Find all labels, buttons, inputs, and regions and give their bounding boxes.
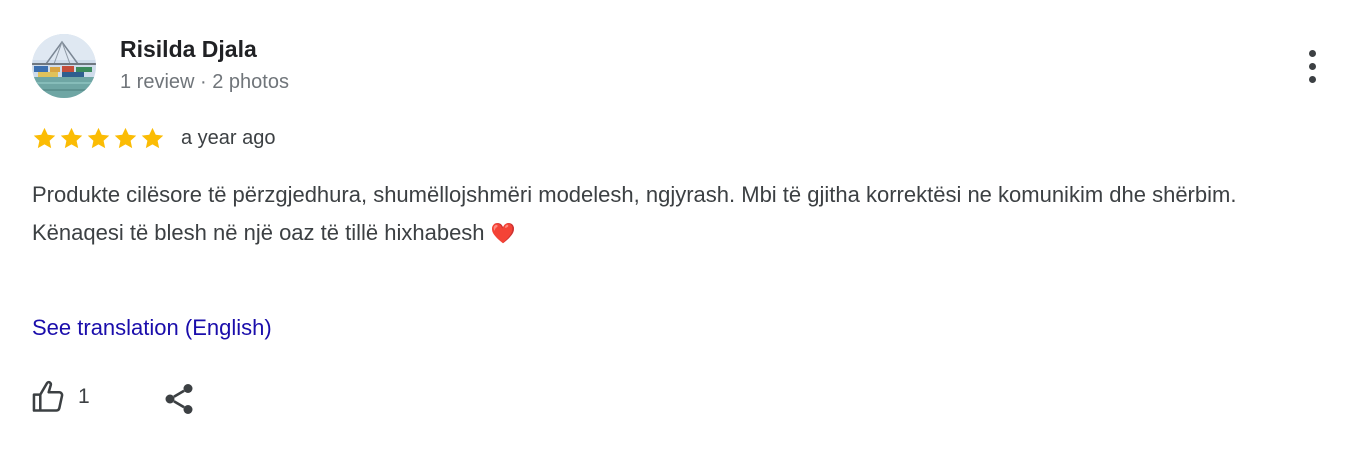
like-count: 1 bbox=[78, 385, 90, 408]
more-vert-icon-dot bbox=[1308, 75, 1316, 83]
reviewer-meta: 1 review · 2 photos bbox=[120, 71, 289, 93]
share-icon bbox=[165, 384, 193, 414]
star-rating bbox=[32, 126, 165, 151]
star-icon bbox=[87, 127, 110, 148]
review-text-paragraph-2: Kënaqesi të blesh në një oaz të tillë hi… bbox=[32, 214, 1302, 253]
more-vert-icon bbox=[1308, 49, 1316, 57]
review-text-line-2: Kënaqesi të blesh në një oaz të tillë hi… bbox=[32, 220, 485, 245]
more-options-button[interactable] bbox=[1290, 42, 1334, 90]
review-date: a year ago bbox=[181, 126, 276, 149]
star-icon bbox=[60, 127, 83, 148]
heart-icon: ❤️ bbox=[490, 223, 516, 245]
share-button[interactable] bbox=[158, 378, 200, 420]
avatar[interactable] bbox=[32, 34, 96, 98]
see-translation-link[interactable]: See translation (English) bbox=[32, 315, 272, 341]
more-vert-icon-dot bbox=[1308, 62, 1316, 70]
star-icon bbox=[33, 127, 56, 148]
thumb-up-icon bbox=[32, 380, 64, 412]
review-card: Risilda Djala 1 review · 2 photos a year… bbox=[0, 0, 1358, 458]
review-text-paragraph-1: Produkte cilësore të përzgjedhura, shumë… bbox=[32, 182, 1237, 207]
rating-row: a year ago bbox=[32, 124, 276, 152]
star-icon bbox=[114, 127, 137, 148]
review-text: Produkte cilësore të përzgjedhura, shumë… bbox=[32, 176, 1302, 253]
avatar-photo bbox=[32, 34, 96, 98]
star-icon bbox=[141, 127, 164, 148]
like-button[interactable]: 1 bbox=[30, 376, 90, 418]
reviewer-name[interactable]: Risilda Djala bbox=[120, 36, 257, 63]
